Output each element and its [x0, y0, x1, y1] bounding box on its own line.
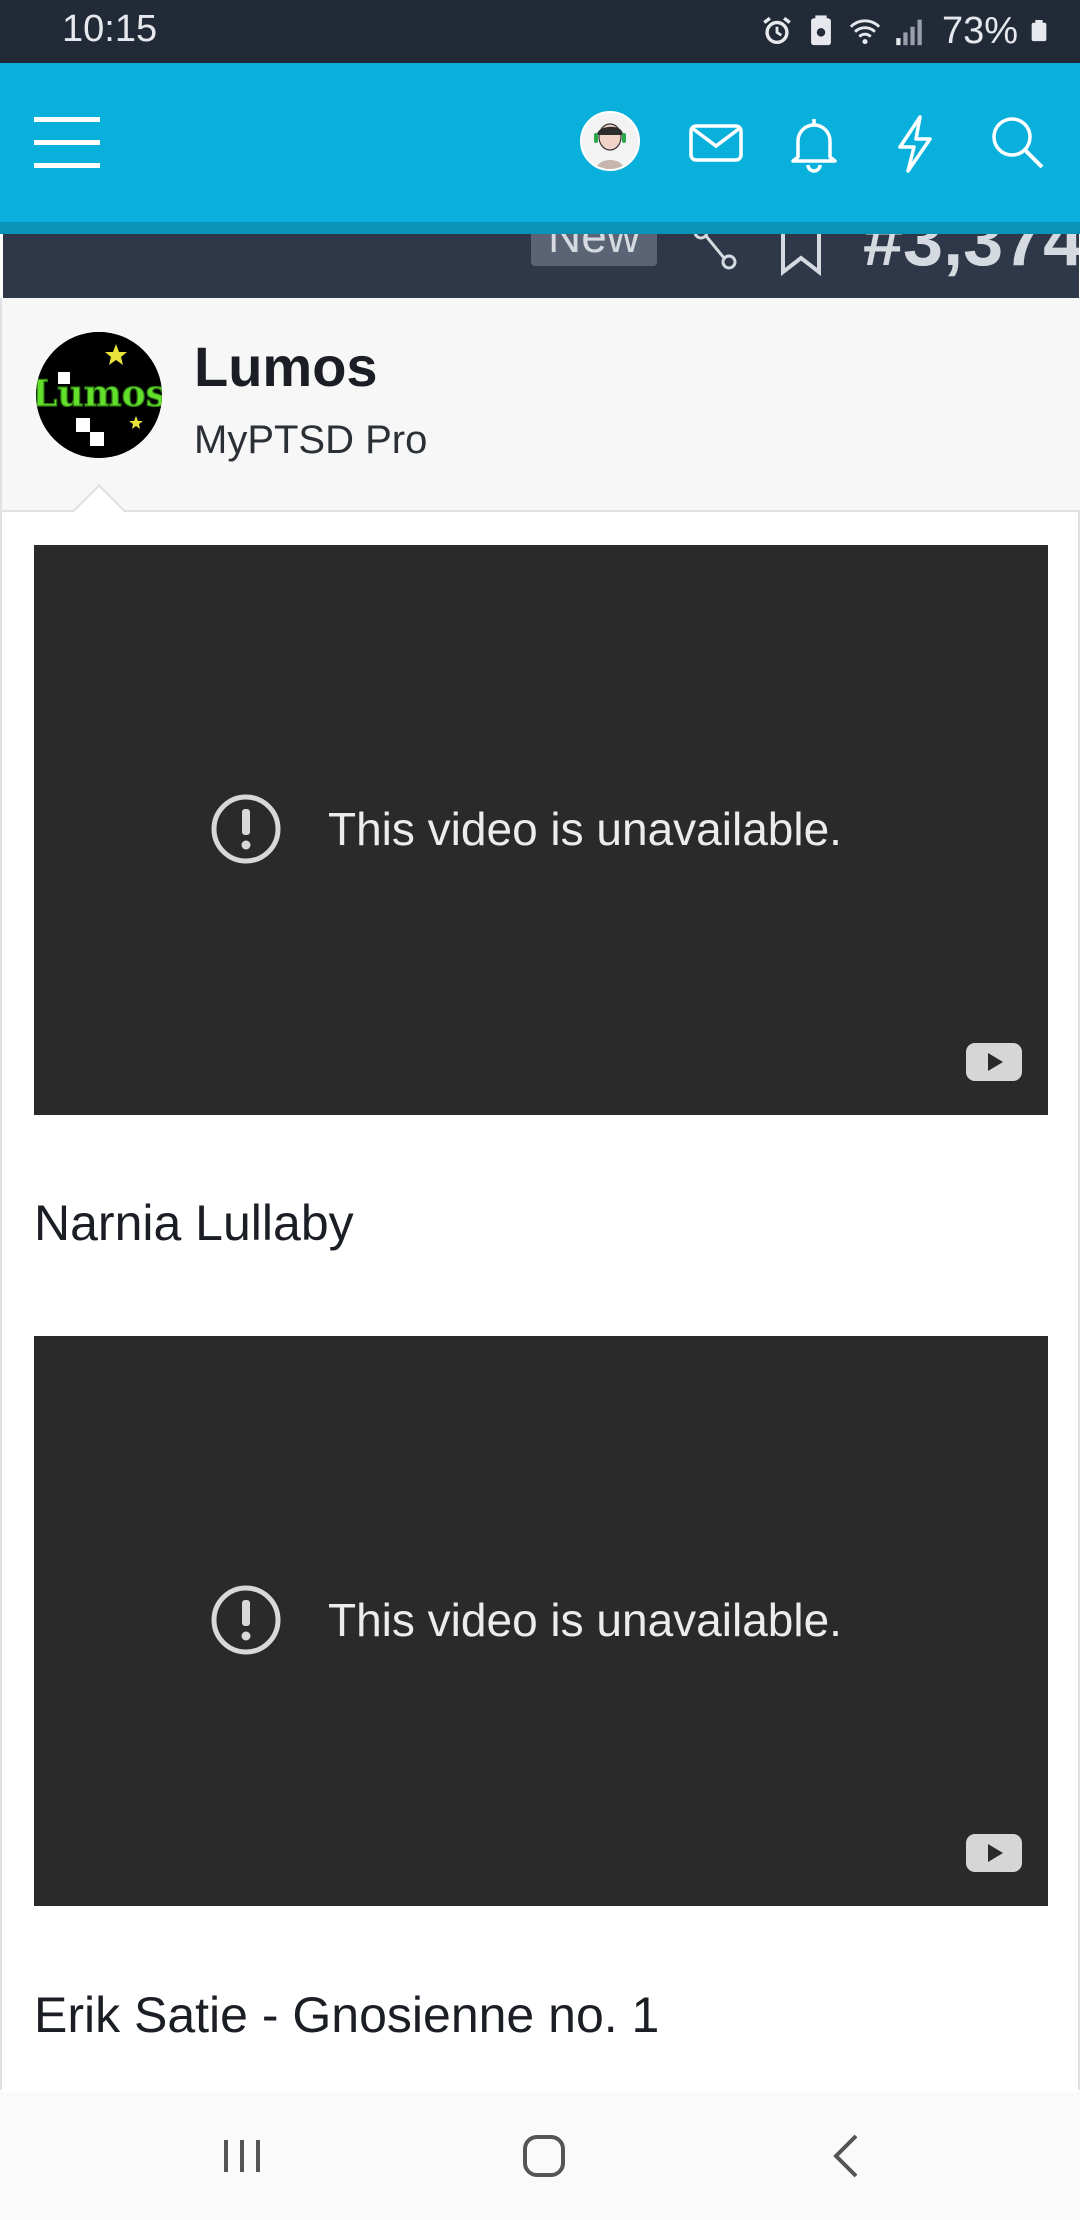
thread-toolbar: New #3,374: [3, 234, 1079, 298]
mail-icon[interactable]: [686, 113, 746, 173]
storage-icon: [811, 15, 831, 46]
video-error-text: This video is unavailable.: [328, 1594, 842, 1646]
bell-icon[interactable]: [784, 113, 844, 173]
username[interactable]: Lumos: [194, 334, 378, 399]
youtube-icon[interactable]: [966, 1834, 1022, 1872]
status-time: 10:15: [62, 8, 158, 50]
youtube-icon[interactable]: [966, 1043, 1022, 1081]
post-number[interactable]: #3,374: [863, 234, 1079, 282]
system-nav-bar: [0, 2092, 1080, 2220]
svg-text:Lumos: Lumos: [36, 373, 162, 415]
app-header: [0, 63, 1080, 222]
search-icon[interactable]: [988, 113, 1048, 173]
alarm-icon: [763, 16, 791, 45]
battery-percent: 73%: [941, 9, 1018, 52]
new-badge: New: [531, 234, 657, 266]
video-embed[interactable]: This video is unavailable.: [34, 545, 1048, 1115]
battery-icon: [1031, 20, 1047, 42]
video-embed[interactable]: This video is unavailable.: [34, 1336, 1048, 1906]
lumos-logo-icon: Lumos: [36, 332, 162, 458]
post-user-block: Lumos Lumos MyPTSD Pro: [0, 298, 1080, 512]
status-bar: 10:15 73%: [0, 0, 1080, 63]
header-divider: [0, 222, 1080, 234]
bookmark-icon[interactable]: [777, 234, 825, 276]
menu-icon[interactable]: [30, 113, 108, 173]
video-error-text: This video is unavailable.: [328, 803, 842, 855]
status-icons: 73%: [760, 6, 1050, 56]
home-icon[interactable]: [514, 2126, 574, 2186]
warning-icon: [211, 1585, 281, 1655]
warning-icon: [211, 794, 281, 864]
user-title: MyPTSD Pro: [194, 418, 428, 462]
share-icon[interactable]: [691, 234, 741, 272]
user-avatar[interactable]: [580, 111, 640, 171]
video-caption: Narnia Lullaby: [34, 1195, 354, 1251]
video-caption: Erik Satie - Gnosienne no. 1: [34, 1987, 660, 2043]
signal-icon: [896, 19, 922, 46]
person-icon: [582, 113, 638, 169]
back-icon[interactable]: [818, 2126, 878, 2186]
user-avatar-large[interactable]: Lumos: [36, 332, 162, 458]
wifi-icon: [849, 19, 881, 45]
lightning-icon[interactable]: [884, 113, 944, 173]
recent-apps-icon[interactable]: [212, 2126, 272, 2186]
